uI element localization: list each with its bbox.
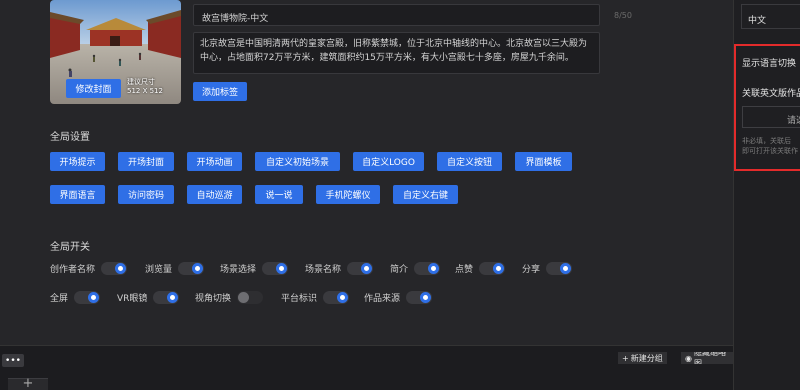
opening-animation-button[interactable]: 开场动画 — [187, 152, 242, 171]
switch-creator-name[interactable] — [101, 262, 128, 275]
comments-button[interactable]: 说一说 — [255, 185, 303, 204]
auto-tour-button[interactable]: 自动巡游 — [187, 185, 242, 204]
toggle-intro[interactable]: 简介 — [390, 262, 441, 275]
custom-initial-scene-button[interactable]: 自定义初始场景 — [255, 152, 340, 171]
cover-image: 修改封面 建议尺寸 512 X 512 — [50, 0, 181, 104]
switch-view-count[interactable] — [178, 262, 205, 275]
ui-template-button[interactable]: 界面模板 — [515, 152, 572, 171]
link-help-text: 非必填，关联后 即可打开该关联作 — [742, 137, 798, 155]
more-options-button[interactable]: ••• — [2, 354, 24, 367]
hide-thumbnails-label: 隐藏缩略图 — [693, 352, 726, 364]
switch-platform-mark[interactable] — [323, 291, 350, 304]
add-scene-button[interactable]: + — [8, 377, 48, 390]
ui-language-button[interactable]: 界面语言 — [50, 185, 105, 204]
custom-logo-button[interactable]: 自定义LOGO — [353, 152, 424, 171]
custom-buttons-button[interactable]: 自定义按钮 — [437, 152, 502, 171]
toggle-share[interactable]: 分享 — [522, 262, 573, 275]
toggle-view-count[interactable]: 浏览量 — [145, 262, 205, 275]
language-select[interactable]: 中文 — [741, 4, 800, 29]
toggle-work-source[interactable]: 作品来源 — [364, 291, 433, 304]
toggle-label: 分享 — [522, 265, 541, 275]
global-switches-title: 全局开关 — [50, 242, 90, 253]
eye-slash-icon: ◉ — [685, 353, 692, 363]
toggle-fullscreen[interactable]: 全屏 — [50, 291, 101, 304]
toggle-label: 点赞 — [455, 265, 474, 275]
linked-work-select[interactable]: 请选 — [742, 106, 800, 128]
switch-vr-glasses[interactable] — [153, 291, 180, 304]
new-group-button[interactable]: + 新建分组 — [618, 352, 667, 364]
global-settings-title: 全局设置 — [50, 132, 90, 143]
plus-icon: + — [622, 353, 629, 363]
toggle-label: 场景名称 — [305, 265, 342, 275]
switch-scene-select[interactable] — [262, 262, 289, 275]
switch-fullscreen[interactable] — [74, 291, 101, 304]
gyroscope-button[interactable]: 手机陀螺仪 — [316, 185, 380, 204]
toggle-label: 视角切换 — [195, 294, 232, 304]
toggle-vr-glasses[interactable]: VR眼镜 — [117, 291, 180, 304]
hide-thumbnails-button[interactable]: ◉ 隐藏缩略图 — [681, 352, 733, 364]
switch-work-source[interactable] — [406, 291, 433, 304]
custom-right-click-button[interactable]: 自定义右键 — [393, 185, 458, 204]
link-english-version-label: 关联英文版作品 — [742, 89, 800, 99]
toggle-label: 浏览量 — [145, 265, 173, 275]
opening-tips-button[interactable]: 开场提示 — [50, 152, 105, 171]
toggle-scene-name[interactable]: 场景名称 — [305, 262, 374, 275]
toggle-platform-mark[interactable]: 平台标识 — [281, 291, 350, 304]
access-password-button[interactable]: 访问密码 — [118, 185, 174, 204]
toggle-view-switch[interactable]: 视角切换 — [195, 291, 264, 304]
new-group-label: 新建分组 — [630, 353, 663, 363]
opening-cover-button[interactable]: 开场封面 — [118, 152, 174, 171]
title-input[interactable]: 故宫博物院-中文 — [193, 4, 600, 26]
switch-like[interactable] — [479, 262, 506, 275]
toggle-label: 作品来源 — [364, 294, 401, 304]
toggle-label: 全屏 — [50, 294, 69, 304]
description-textarea[interactable]: 北京故宫是中国明清两代的皇家宫殿，旧称紫禁城，位于北京中轴线的中心。北京故宫以三… — [193, 32, 600, 74]
toggle-label: 平台标识 — [281, 294, 318, 304]
switch-intro[interactable] — [414, 262, 441, 275]
toggle-like[interactable]: 点赞 — [455, 262, 506, 275]
change-cover-button[interactable]: 修改封面 — [66, 79, 121, 98]
add-tag-button[interactable]: 添加标签 — [193, 82, 247, 101]
toggle-label: 场景选择 — [220, 265, 257, 275]
cover-size-hint: 建议尺寸 512 X 512 — [127, 78, 163, 95]
toggle-label: 简介 — [390, 265, 409, 275]
switch-scene-name[interactable] — [347, 262, 374, 275]
show-language-switch-label: 显示语言切换 — [742, 59, 797, 69]
toggle-label: 创作者名称 — [50, 265, 96, 275]
toggle-label: VR眼镜 — [117, 294, 148, 304]
toggle-scene-select[interactable]: 场景选择 — [220, 262, 289, 275]
toggle-creator-name[interactable]: 创作者名称 — [50, 262, 128, 275]
title-char-count: 8/50 — [614, 11, 632, 20]
switch-share[interactable] — [546, 262, 573, 275]
switch-view-switch[interactable] — [237, 291, 264, 304]
